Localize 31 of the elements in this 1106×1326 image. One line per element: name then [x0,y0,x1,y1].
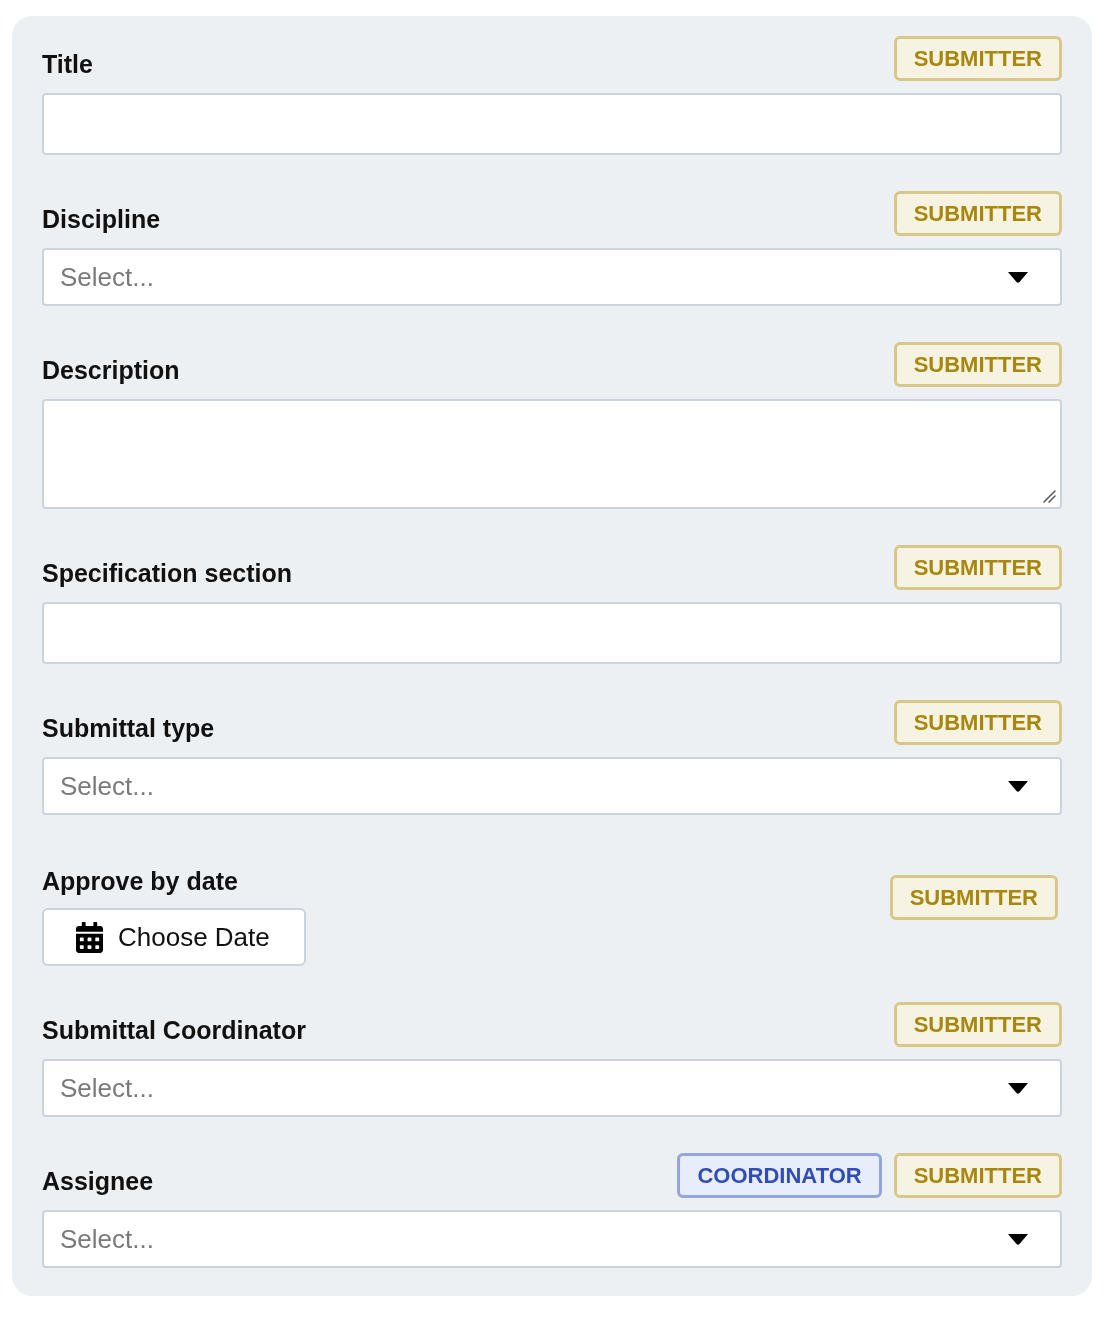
text-input-field[interactable] [42,602,1062,664]
field-label: Submittal type [42,714,215,742]
caret-icon [1008,780,1028,792]
caret-icon [1008,271,1028,283]
role-tag: SUBMITTER [893,191,1062,236]
field-label: Approve by date [42,869,238,894]
role-tag: SUBMITTER [893,700,1062,745]
role-tag: SUBMITTER [893,545,1062,590]
select-field[interactable]: Select... [42,248,1062,306]
role-tag: COORDINATOR [677,1153,882,1198]
role-tag: SUBMITTER [893,36,1062,81]
select-field[interactable]: Select... [42,1059,1062,1117]
field-label: Title [42,50,93,78]
calendar-icon [76,921,103,953]
field-label: Discipline [42,205,161,233]
select-field[interactable]: Select... [42,757,1062,815]
role-tag: SUBMITTER [889,875,1058,920]
field-label: Submittal Coordinator [42,1016,306,1044]
role-tag: SUBMITTER [893,1002,1062,1047]
caret-icon [1008,1082,1028,1094]
field-label: Assignee [42,1167,154,1195]
text-input-field[interactable] [42,93,1062,155]
role-tag: SUBMITTER [893,342,1062,387]
resize-handle-icon[interactable] [1043,490,1056,503]
textarea-field[interactable] [42,399,1062,509]
field-label: Specification section [42,559,293,587]
role-tag: SUBMITTER [893,1153,1062,1198]
select-field[interactable]: Select... [42,1210,1062,1268]
caret-icon [1008,1233,1028,1245]
field-label: Description [42,356,180,384]
choose-date-button[interactable]: Choose Date [42,908,306,966]
